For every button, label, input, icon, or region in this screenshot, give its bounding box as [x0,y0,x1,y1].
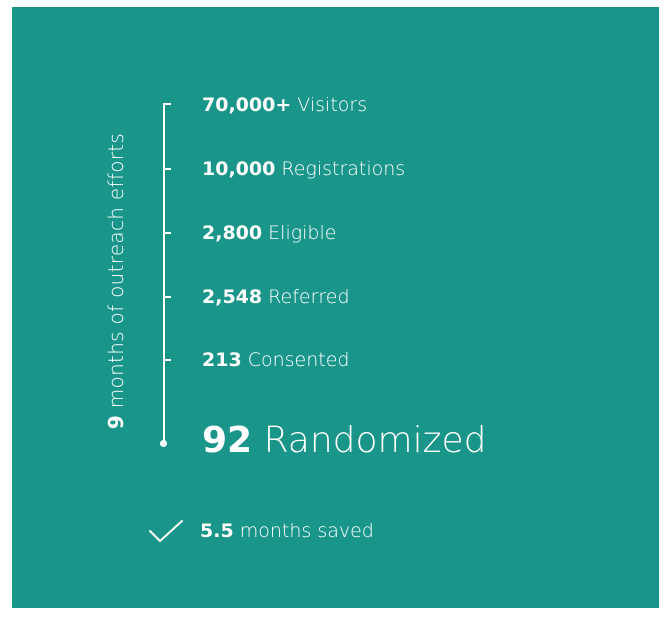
funnel-step-visitors: 70,000+ Visitors [202,96,367,115]
funnel-step-referred: 2,548 Referred [202,288,350,307]
step-label: Eligible [268,222,337,244]
funnel-final-randomized: 92 Randomized [202,423,487,459]
step-value: 70,000+ [202,94,292,116]
step-value: 2,800 [202,222,263,244]
time-saved-text: 5.5 months saved [200,519,374,542]
outreach-funnel-panel: 9 months of outreach efforts 70,000+ Vis… [12,7,659,608]
final-value: 92 [202,420,253,461]
time-saved: 5.5 months saved [148,519,374,543]
checkmark-icon [149,520,183,542]
duration-text: months of outreach efforts [104,132,128,409]
timeline-tick [163,359,171,361]
timeline-tick [163,103,171,105]
timeline-tick [163,232,171,234]
step-value: 213 [202,349,242,371]
step-label: Consented [247,349,350,371]
saved-value: 5.5 [200,519,234,542]
outreach-duration-label: 9 months of outreach efforts [104,133,128,429]
duration-value: 9 [104,414,128,430]
timeline-tick [163,296,171,298]
saved-label: months saved [239,519,374,542]
timeline-tick [163,168,171,170]
step-value: 2,548 [202,286,263,308]
timeline-end-dot [160,440,167,447]
funnel-step-eligible: 2,800 Eligible [202,224,336,243]
timeline-line [163,103,165,443]
step-label: Visitors [297,94,368,116]
step-label: Referred [268,286,350,308]
step-value: 10,000 [202,158,276,180]
funnel-step-consented: 213 Consented [202,351,349,370]
step-label: Registrations [281,158,406,180]
funnel-step-registrations: 10,000 Registrations [202,160,405,179]
final-label: Randomized [263,420,487,461]
